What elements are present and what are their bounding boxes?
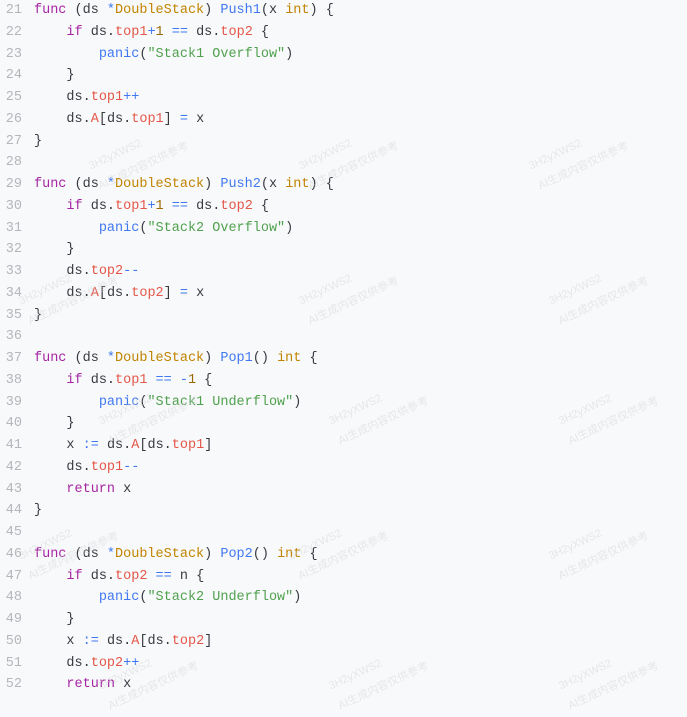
code-line[interactable]: 47 if ds.top2 == n {: [0, 566, 687, 588]
line-number: 39: [0, 392, 34, 414]
code-content[interactable]: if ds.top2 == n {: [34, 566, 687, 588]
code-content[interactable]: func (ds *DoubleStack) Push1(x int) {: [34, 0, 687, 22]
line-number: 41: [0, 435, 34, 457]
code-content[interactable]: ds.top1++: [34, 87, 687, 109]
line-number: 35: [0, 305, 34, 327]
code-line[interactable]: 39 panic("Stack1 Underflow"): [0, 392, 687, 414]
code-content[interactable]: func (ds *DoubleStack) Pop1() int {: [34, 348, 687, 370]
line-number: 21: [0, 0, 34, 22]
code-content[interactable]: ds.A[ds.top2] = x: [34, 283, 687, 305]
line-number: 32: [0, 239, 34, 261]
code-line[interactable]: 33 ds.top2--: [0, 261, 687, 283]
code-content[interactable]: }: [34, 65, 687, 87]
code-editor[interactable]: 21func (ds *DoubleStack) Push1(x int) {2…: [0, 0, 687, 696]
code-line[interactable]: 40 }: [0, 413, 687, 435]
code-line[interactable]: 37func (ds *DoubleStack) Pop1() int {: [0, 348, 687, 370]
line-number: 40: [0, 413, 34, 435]
code-content[interactable]: ds.A[ds.top1] = x: [34, 109, 687, 131]
code-content[interactable]: panic("Stack2 Overflow"): [34, 218, 687, 240]
line-number: 49: [0, 609, 34, 631]
code-content[interactable]: func (ds *DoubleStack) Push2(x int) {: [34, 174, 687, 196]
code-content[interactable]: }: [34, 131, 687, 153]
line-number: 43: [0, 479, 34, 501]
code-line[interactable]: 45: [0, 522, 687, 544]
code-line[interactable]: 23 panic("Stack1 Overflow"): [0, 44, 687, 66]
line-number: 52: [0, 674, 34, 696]
line-number: 24: [0, 65, 34, 87]
code-line[interactable]: 24 }: [0, 65, 687, 87]
line-number: 29: [0, 174, 34, 196]
code-line[interactable]: 22 if ds.top1+1 == ds.top2 {: [0, 22, 687, 44]
code-line[interactable]: 25 ds.top1++: [0, 87, 687, 109]
code-content[interactable]: }: [34, 239, 687, 261]
line-number: 34: [0, 283, 34, 305]
line-number: 31: [0, 218, 34, 240]
line-number: 50: [0, 631, 34, 653]
code-line[interactable]: 41 x := ds.A[ds.top1]: [0, 435, 687, 457]
code-content[interactable]: if ds.top1 == -1 {: [34, 370, 687, 392]
code-line[interactable]: 34 ds.A[ds.top2] = x: [0, 283, 687, 305]
code-content[interactable]: }: [34, 413, 687, 435]
code-line[interactable]: 43 return x: [0, 479, 687, 501]
line-number: 28: [0, 152, 34, 174]
code-line[interactable]: 48 panic("Stack2 Underflow"): [0, 587, 687, 609]
code-line[interactable]: 42 ds.top1--: [0, 457, 687, 479]
code-line[interactable]: 30 if ds.top1+1 == ds.top2 {: [0, 196, 687, 218]
code-content[interactable]: if ds.top1+1 == ds.top2 {: [34, 196, 687, 218]
code-content[interactable]: panic("Stack2 Underflow"): [34, 587, 687, 609]
line-number: 48: [0, 587, 34, 609]
code-line[interactable]: 21func (ds *DoubleStack) Push1(x int) {: [0, 0, 687, 22]
code-line[interactable]: 35}: [0, 305, 687, 327]
line-number: 22: [0, 22, 34, 44]
code-line[interactable]: 51 ds.top2++: [0, 653, 687, 675]
code-content[interactable]: return x: [34, 479, 687, 501]
line-number: 25: [0, 87, 34, 109]
code-line[interactable]: 44}: [0, 500, 687, 522]
line-number: 23: [0, 44, 34, 66]
line-number: 36: [0, 326, 34, 348]
code-content[interactable]: ds.top2++: [34, 653, 687, 675]
code-line[interactable]: 49 }: [0, 609, 687, 631]
code-content[interactable]: if ds.top1+1 == ds.top2 {: [34, 22, 687, 44]
code-content[interactable]: func (ds *DoubleStack) Pop2() int {: [34, 544, 687, 566]
code-content[interactable]: x := ds.A[ds.top2]: [34, 631, 687, 653]
code-content[interactable]: ds.top1--: [34, 457, 687, 479]
code-content[interactable]: x := ds.A[ds.top1]: [34, 435, 687, 457]
line-number: 27: [0, 131, 34, 153]
line-number: 38: [0, 370, 34, 392]
code-content[interactable]: }: [34, 500, 687, 522]
line-number: 30: [0, 196, 34, 218]
line-number: 42: [0, 457, 34, 479]
line-number: 46: [0, 544, 34, 566]
line-number: 33: [0, 261, 34, 283]
code-content[interactable]: ds.top2--: [34, 261, 687, 283]
code-content[interactable]: return x: [34, 674, 687, 696]
code-line[interactable]: 36: [0, 326, 687, 348]
code-line[interactable]: 52 return x: [0, 674, 687, 696]
code-line[interactable]: 29func (ds *DoubleStack) Push2(x int) {: [0, 174, 687, 196]
line-number: 47: [0, 566, 34, 588]
line-number: 44: [0, 500, 34, 522]
line-number: 45: [0, 522, 34, 544]
code-line[interactable]: 50 x := ds.A[ds.top2]: [0, 631, 687, 653]
code-content[interactable]: panic("Stack1 Overflow"): [34, 44, 687, 66]
code-line[interactable]: 26 ds.A[ds.top1] = x: [0, 109, 687, 131]
code-line[interactable]: 27}: [0, 131, 687, 153]
line-number: 26: [0, 109, 34, 131]
code-line[interactable]: 32 }: [0, 239, 687, 261]
code-line[interactable]: 31 panic("Stack2 Overflow"): [0, 218, 687, 240]
code-content[interactable]: }: [34, 305, 687, 327]
code-content[interactable]: panic("Stack1 Underflow"): [34, 392, 687, 414]
code-line[interactable]: 28: [0, 152, 687, 174]
code-line[interactable]: 38 if ds.top1 == -1 {: [0, 370, 687, 392]
code-line[interactable]: 46func (ds *DoubleStack) Pop2() int {: [0, 544, 687, 566]
code-content[interactable]: }: [34, 609, 687, 631]
line-number: 37: [0, 348, 34, 370]
line-number: 51: [0, 653, 34, 675]
